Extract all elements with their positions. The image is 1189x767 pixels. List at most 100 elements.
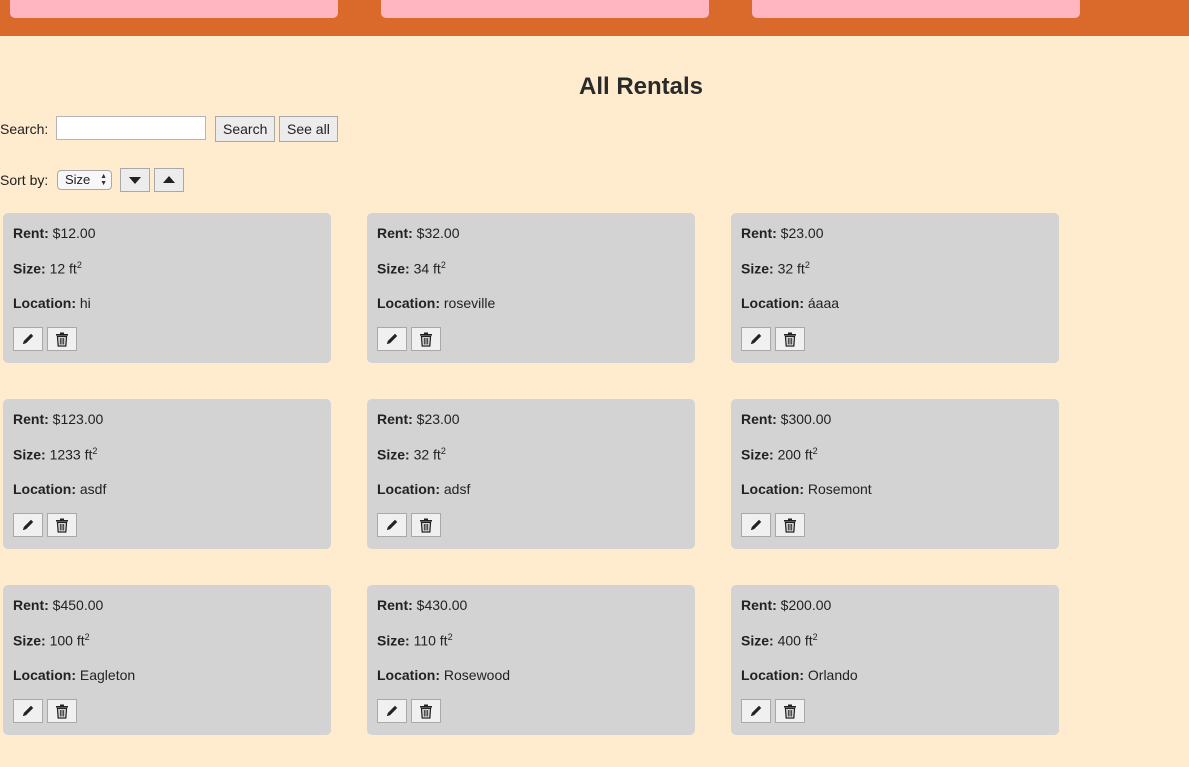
size-label: Size:: [13, 260, 46, 277]
rent-label: Rent:: [741, 225, 777, 241]
delete-button[interactable]: [411, 699, 441, 723]
search-button[interactable]: Search: [215, 116, 276, 142]
edit-button[interactable]: [13, 327, 43, 351]
location-value: hi: [79, 295, 91, 311]
size-unit: ft: [433, 260, 441, 277]
size-label: Size:: [741, 260, 774, 277]
rent-label: Rent:: [377, 597, 413, 613]
see-all-button[interactable]: See all: [279, 116, 338, 142]
rental-card: Rent: $300.00 Size: 200 ft2 Location: Rose…: [731, 399, 1059, 549]
sort-label: Sort by:: [0, 172, 49, 188]
size-value: 12: [49, 260, 66, 277]
size-unit: ft: [439, 632, 448, 649]
location-line: Location: Rosewood: [377, 667, 510, 683]
location-value: adsf: [443, 481, 471, 497]
size-line: Size: 1233 ft2: [13, 446, 97, 463]
rent-value: $23.00: [780, 225, 824, 241]
location-label: Location:: [377, 667, 440, 683]
triangle-up-icon: [163, 176, 175, 183]
size-value: 110: [413, 632, 436, 649]
rent-label: Rent:: [13, 411, 49, 427]
edit-button[interactable]: [741, 327, 771, 351]
location-label: Location:: [741, 295, 804, 311]
rent-value: $450.00: [52, 597, 104, 613]
rent-label: Rent:: [13, 225, 49, 241]
location-label: Location:: [13, 295, 76, 311]
size-label: Size:: [377, 260, 410, 277]
sort-select-value: Size: [65, 172, 91, 187]
rental-card: Rent: $123.00 Size: 1233 ft2 Location: asd…: [3, 399, 331, 549]
rent-label: Rent:: [13, 597, 49, 613]
size-unit: ft: [433, 446, 441, 463]
size-line: Size: 34 ft2: [377, 260, 446, 277]
size-unit-exponent: 2: [76, 260, 82, 270]
search-input[interactable]: [56, 116, 206, 140]
size-line: Size: 32 ft2: [377, 446, 446, 463]
delete-button[interactable]: [47, 513, 77, 537]
edit-button[interactable]: [741, 513, 771, 537]
edit-button[interactable]: [377, 699, 407, 723]
size-unit-exponent: 2: [812, 446, 818, 456]
delete-button[interactable]: [775, 513, 805, 537]
rent-label: Rent:: [741, 411, 777, 427]
rental-card: Rent: $23.00 Size: 32 ft2 Location: adsf: [367, 399, 695, 549]
location-value: Eagleton: [79, 667, 136, 683]
edit-button[interactable]: [13, 513, 43, 537]
delete-button[interactable]: [47, 327, 77, 351]
location-label: Location:: [741, 667, 804, 683]
rental-card: Rent: $430.00 Size: 110 ft2 Location: Rose…: [367, 585, 695, 735]
sort-select[interactable]: Size ▲ ▼: [57, 170, 112, 190]
edit-button[interactable]: [377, 327, 407, 351]
rental-card: Rent: $23.00 Size: 32 ft2 Location: áaaa: [731, 213, 1059, 363]
location-value: Rosewood: [443, 667, 511, 683]
rental-card: Rent: $12.00 Size: 12 ft2 Location: hi: [3, 213, 331, 363]
delete-button[interactable]: [775, 327, 805, 351]
size-unit-exponent: 2: [804, 260, 810, 270]
location-line: Location: roseville: [377, 295, 495, 311]
nav-tab-2[interactable]: [381, 0, 709, 18]
size-unit-exponent: 2: [84, 632, 90, 642]
sort-ascending-button[interactable]: [154, 168, 184, 192]
top-nav-bar: [0, 0, 1189, 36]
size-label: Size:: [13, 446, 46, 463]
edit-button[interactable]: [13, 699, 43, 723]
rent-line: Rent: $23.00: [741, 225, 824, 241]
nav-tab-1[interactable]: [10, 0, 338, 18]
size-line: Size: 32 ft2: [741, 260, 810, 277]
triangle-down-icon: [129, 177, 141, 184]
rent-value: $430.00: [416, 597, 468, 613]
rent-label: Rent:: [741, 597, 777, 613]
size-label: Size:: [13, 632, 46, 649]
rental-card: Rent: $32.00 Size: 34 ft2 Location: rosevi…: [367, 213, 695, 363]
location-line: Location: hi: [13, 295, 91, 311]
size-unit-exponent: 2: [447, 632, 453, 642]
rent-value: $123.00: [52, 411, 104, 427]
delete-button[interactable]: [47, 699, 77, 723]
delete-button[interactable]: [775, 699, 805, 723]
size-unit-exponent: 2: [812, 632, 818, 642]
location-line: Location: asdf: [13, 481, 106, 497]
delete-button[interactable]: [411, 513, 441, 537]
location-label: Location:: [377, 481, 440, 497]
size-unit-exponent: 2: [440, 446, 446, 456]
size-value: 1233: [49, 446, 81, 463]
size-label: Size:: [741, 632, 774, 649]
location-value: áaaa: [807, 295, 840, 311]
size-unit: ft: [69, 260, 77, 277]
rent-line: Rent: $123.00: [13, 411, 103, 427]
size-value: 100: [49, 632, 73, 649]
rent-line: Rent: $430.00: [377, 597, 467, 613]
location-label: Location:: [13, 667, 76, 683]
location-value: roseville: [443, 295, 496, 311]
edit-button[interactable]: [377, 513, 407, 537]
nav-tab-3[interactable]: [752, 0, 1080, 18]
size-label: Size:: [377, 632, 410, 649]
rent-line: Rent: $200.00: [741, 597, 831, 613]
location-line: Location: Rosemont: [741, 481, 872, 497]
sort-descending-button[interactable]: [120, 168, 150, 192]
edit-button[interactable]: [741, 699, 771, 723]
location-line: Location: áaaa: [741, 295, 839, 311]
rent-line: Rent: $450.00: [13, 597, 103, 613]
delete-button[interactable]: [411, 327, 441, 351]
location-label: Location:: [377, 295, 440, 311]
